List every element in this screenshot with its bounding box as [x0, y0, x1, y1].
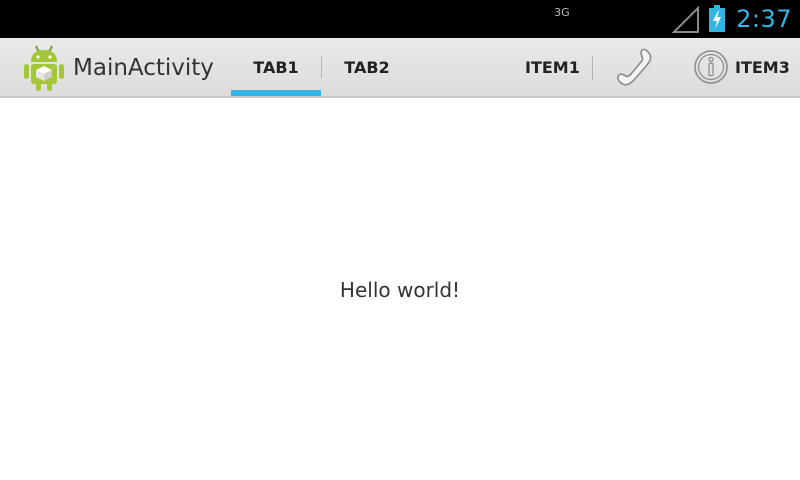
selected-tab-indicator — [231, 90, 321, 96]
menu-item3-button[interactable]: ITEM3 — [693, 38, 790, 96]
app-title: MainActivity — [73, 55, 214, 81]
hello-text: Hello world! — [339, 278, 461, 302]
menu-item1-button[interactable]: ITEM1 — [525, 38, 580, 96]
content-area: Hello world! — [0, 98, 800, 480]
signal-icon — [672, 6, 700, 33]
tab-tab2[interactable]: TAB2 — [322, 38, 412, 96]
clock: 2:37 — [736, 5, 792, 33]
menu-divider — [592, 56, 593, 80]
network-type-label: 3G — [554, 6, 570, 19]
status-bar: 3G 2:37 — [0, 0, 800, 38]
status-tray: 3G 2:37 — [554, 0, 792, 38]
device-screen: 3G 2:37 MainActivity TAB1 TAB2 ITEM1 ITE… — [0, 0, 800, 480]
info-icon — [694, 50, 728, 84]
menu-item3-label: ITEM3 — [735, 57, 790, 77]
phone-icon[interactable] — [606, 44, 664, 90]
action-bar: MainActivity TAB1 TAB2 ITEM1 ITEM3 — [0, 38, 800, 98]
tab-tab1[interactable]: TAB1 — [231, 38, 321, 96]
android-robot-icon[interactable] — [22, 44, 66, 92]
battery-charging-icon — [709, 5, 726, 32]
